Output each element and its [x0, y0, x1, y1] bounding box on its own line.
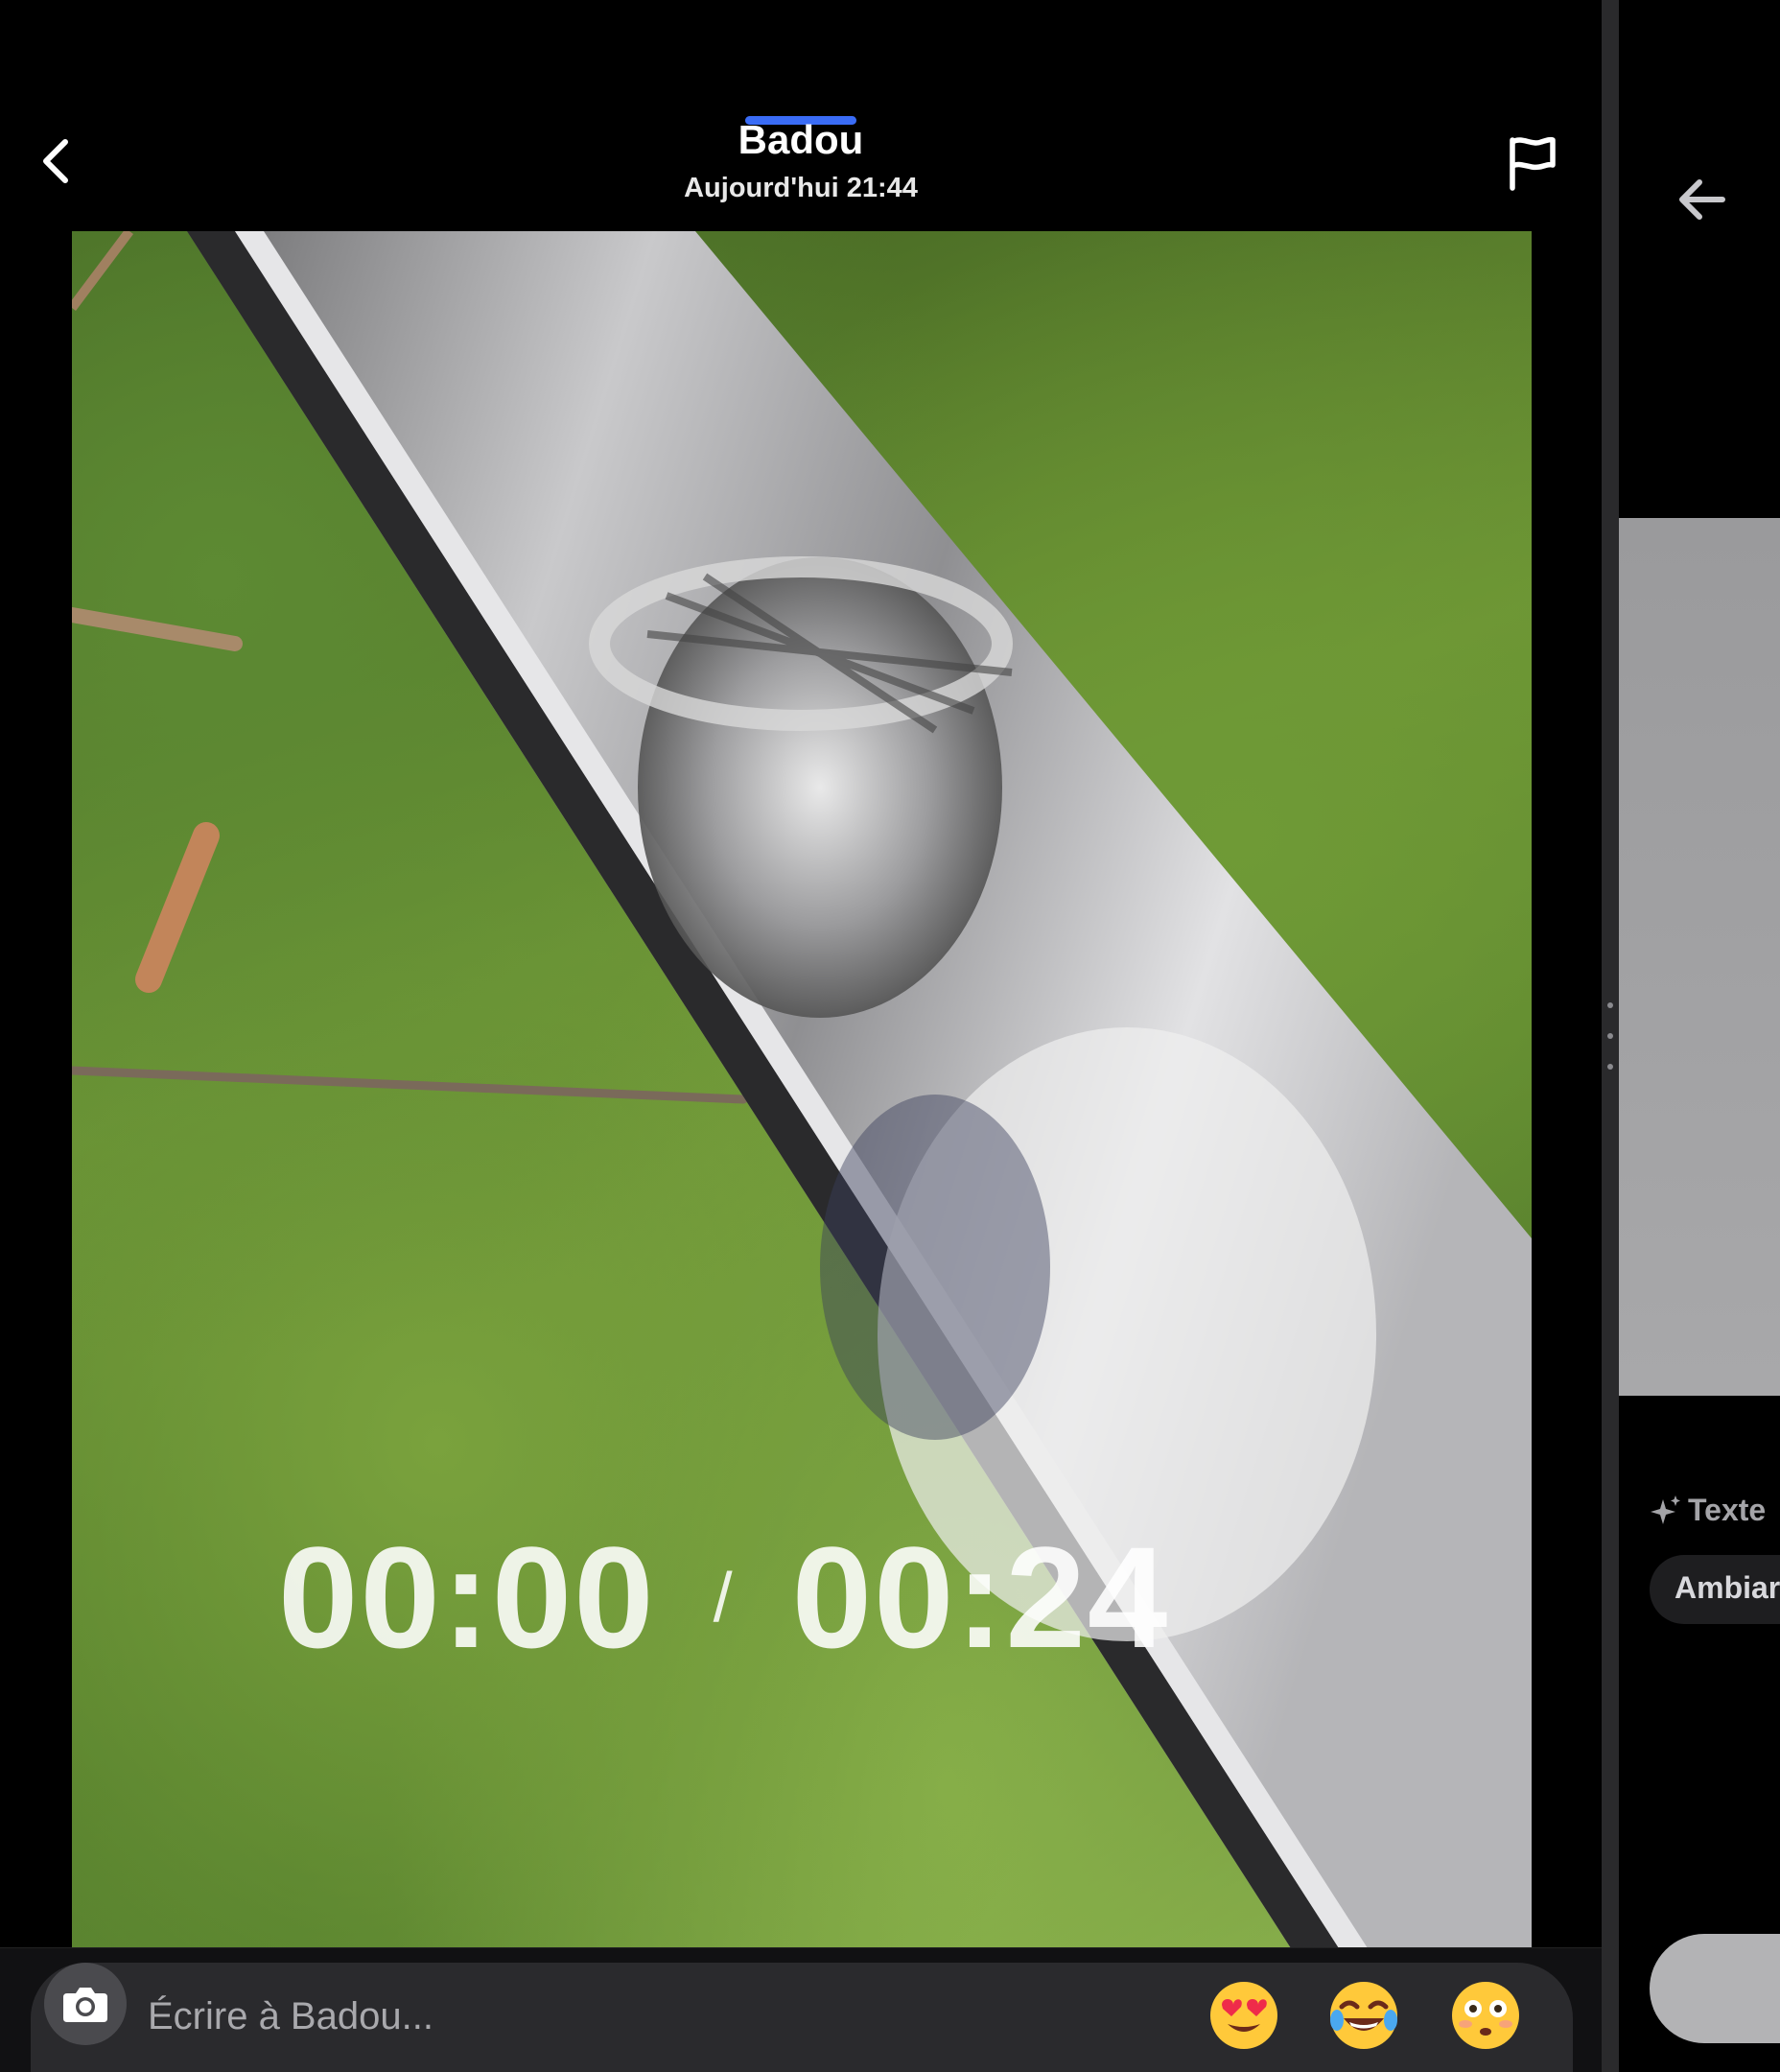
contact-name[interactable]: Badou	[0, 117, 1602, 163]
divider-handle[interactable]	[1607, 1002, 1613, 1070]
reaction-heart-eyes-button[interactable]	[1208, 1980, 1279, 2051]
arrow-left-icon	[1679, 179, 1725, 220]
side-panel-action-button[interactable]	[1650, 1934, 1780, 2043]
ambiance-chip[interactable]: Ambiar	[1650, 1555, 1780, 1624]
ambiance-chip-label: Ambiar	[1675, 1570, 1780, 1605]
reaction-flushed-button[interactable]	[1450, 1980, 1521, 2051]
side-panel-back-button[interactable]	[1673, 171, 1730, 228]
video-timecode: 00:00 / 00:24	[278, 1515, 1169, 1681]
time-separator: /	[713, 1559, 735, 1636]
message-timestamp: Aujourd'hui 21:44	[684, 173, 918, 203]
camera-button[interactable]	[44, 1963, 127, 2045]
reaction-tears-of-joy-button[interactable]	[1328, 1980, 1399, 2051]
tears-of-joy-emoji-icon	[1330, 1982, 1397, 2049]
message-input[interactable]	[148, 1984, 1107, 2049]
ai-text-section: Texte	[1650, 1493, 1766, 1528]
ai-text-label: Texte	[1688, 1493, 1767, 1527]
heart-eyes-emoji-icon	[1210, 1982, 1277, 2049]
report-button[interactable]	[1501, 132, 1562, 194]
video-player[interactable]: 00:00 / 00:24	[72, 231, 1532, 1962]
split-view-divider[interactable]	[1602, 0, 1619, 2072]
camera-icon	[63, 1988, 107, 2022]
flushed-emoji-icon	[1452, 1982, 1519, 2049]
video-duration: 00:24	[791, 1517, 1170, 1678]
side-panel-preview	[1619, 518, 1780, 1396]
video-frame	[72, 231, 1532, 1962]
side-panel: Texte Ambiar	[1619, 0, 1780, 2072]
current-time: 00:00	[278, 1517, 656, 1678]
sparkle-icon	[1651, 1495, 1680, 1524]
flag-icon	[1510, 136, 1556, 191]
viewer-pane: Badou Aujourd'hui 21:44 00:00 / 00:24 Éc…	[0, 0, 1602, 2072]
